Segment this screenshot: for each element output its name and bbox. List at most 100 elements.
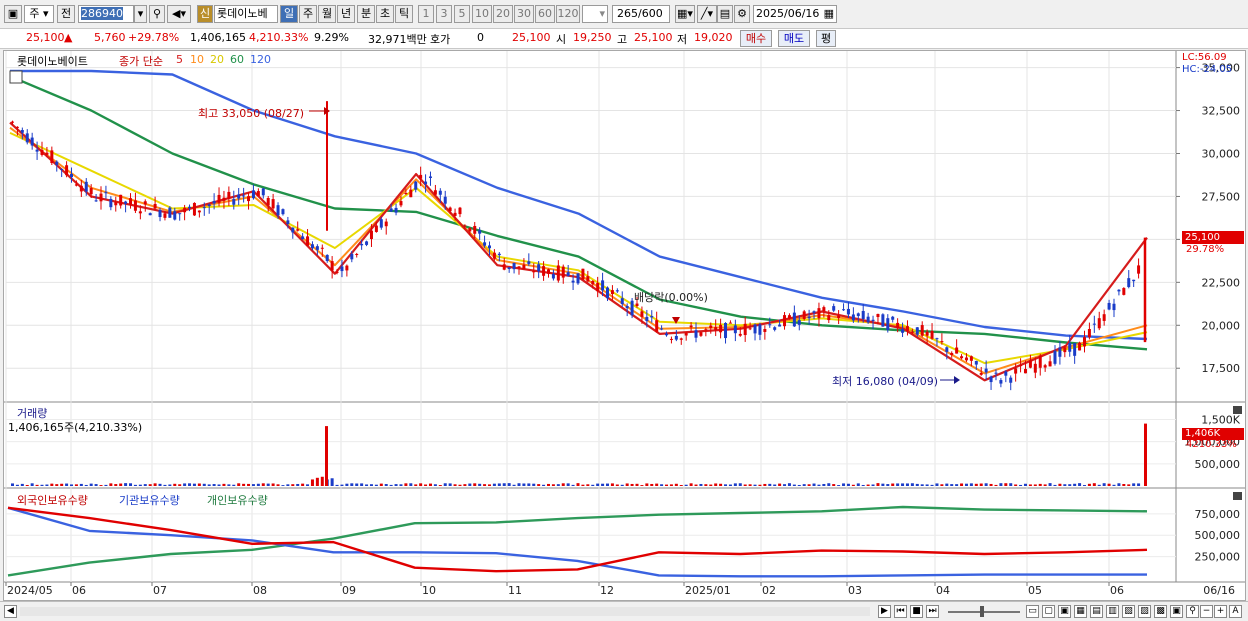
price-chart-svg[interactable]: 35,00032,50030,00027,50025,00022,50020,0…: [4, 51, 1245, 600]
candle-body: [753, 324, 757, 334]
volume-bar: [915, 483, 919, 486]
candle-body: [930, 330, 934, 339]
volume-bar: [817, 484, 821, 486]
speaker-icon[interactable]: ◀▾: [167, 5, 191, 23]
period-month-tab[interactable]: 월: [318, 5, 336, 23]
zoom-out-icon[interactable]: −: [1200, 605, 1213, 618]
layout2-icon[interactable]: ▢: [1042, 605, 1055, 618]
candle-body: [1063, 347, 1067, 353]
zoom-slider[interactable]: [948, 611, 1020, 613]
volume-bar: [384, 484, 388, 486]
volume-bar: [114, 484, 118, 486]
month-label: 08: [253, 584, 267, 597]
settings-gear-icon[interactable]: ⚙: [734, 5, 750, 23]
volume-bar: [473, 483, 477, 486]
candle-body: [625, 306, 629, 309]
candle-body: [227, 191, 231, 199]
volume-bar: [276, 484, 280, 486]
volume-bar: [414, 484, 418, 486]
volume-bar: [719, 483, 723, 486]
hoga-price: 25,100: [512, 31, 551, 44]
candle-body: [463, 225, 467, 227]
layout9-icon[interactable]: ▩: [1154, 605, 1167, 618]
period-day-tab[interactable]: 일: [280, 5, 298, 23]
period-week-tab[interactable]: 주: [299, 5, 317, 23]
candle-body: [296, 229, 300, 231]
layout7-icon[interactable]: ▧: [1122, 605, 1135, 618]
candle-body: [758, 324, 762, 335]
next-page-icon[interactable]: ⏭: [926, 605, 939, 618]
auto-scale-icon[interactable]: A: [1229, 605, 1242, 618]
period-minute-tab[interactable]: 분: [357, 5, 375, 23]
calendar-icon[interactable]: ▦: [824, 6, 834, 22]
volume-bar: [409, 483, 413, 486]
buy-button[interactable]: 매수: [740, 30, 772, 47]
layout3-icon[interactable]: ▣: [1058, 605, 1071, 618]
stock-code-input[interactable]: 286940: [78, 5, 134, 23]
magnifier-icon[interactable]: ⚲: [1186, 605, 1199, 618]
minute-20-tab[interactable]: 20: [493, 5, 513, 23]
average-button[interactable]: 평: [816, 30, 836, 47]
price-change: 5,760: [94, 31, 126, 44]
type-select[interactable]: 주 ▾: [24, 5, 54, 23]
search-icon[interactable]: ⚲: [149, 5, 165, 23]
scroll-right-icon[interactable]: ▶: [878, 605, 891, 618]
window-icon[interactable]: ▣: [4, 5, 22, 23]
horizontal-scrollbar[interactable]: [20, 607, 870, 616]
scroll-left-icon[interactable]: ◀: [4, 605, 17, 618]
candle-body: [153, 203, 157, 209]
volume-bar: [138, 484, 142, 486]
candle-body: [266, 197, 270, 206]
volume-bar: [163, 484, 167, 486]
stop-icon[interactable]: ■: [910, 605, 923, 618]
sell-button[interactable]: 매도: [778, 30, 810, 47]
save-icon[interactable]: ▤: [717, 5, 733, 23]
minute-1-tab[interactable]: 1: [418, 5, 434, 23]
stock-name-field: 롯데이노베: [214, 5, 278, 23]
layout4-icon[interactable]: ▦: [1074, 605, 1087, 618]
period-year-tab[interactable]: 년: [337, 5, 355, 23]
layout5-icon[interactable]: ▤: [1090, 605, 1103, 618]
candle-body: [915, 327, 919, 335]
interval-select[interactable]: ▾: [582, 5, 608, 23]
minute-60-tab[interactable]: 60: [535, 5, 555, 23]
high-label: 고: [617, 33, 628, 46]
minute-10-tab[interactable]: 10: [472, 5, 492, 23]
volume-bar: [291, 484, 295, 486]
candle-body: [532, 271, 536, 273]
volume-bar: [379, 483, 383, 486]
layout8-icon[interactable]: ▨: [1138, 605, 1151, 618]
code-dropdown-icon[interactable]: ▾: [134, 5, 147, 23]
layout10-icon[interactable]: ▣: [1170, 605, 1183, 618]
minute-120-tab[interactable]: 120: [556, 5, 580, 23]
candle-body: [114, 202, 118, 206]
candle-body: [1073, 343, 1077, 356]
layout6-icon[interactable]: ▥: [1106, 605, 1119, 618]
period-second-tab[interactable]: 초: [376, 5, 394, 23]
candle-body: [591, 280, 595, 285]
date-field[interactable]: 2025/06/16 ▦: [753, 5, 837, 23]
up-arrow-icon: ▲: [64, 31, 73, 44]
draw-line-icon[interactable]: ╱▾: [697, 5, 717, 23]
candle-body: [994, 372, 998, 374]
zoom-slider-handle[interactable]: [980, 606, 984, 617]
volume-bar: [443, 483, 447, 486]
layout1-icon[interactable]: ▭: [1026, 605, 1039, 618]
count-field[interactable]: 265/600: [612, 5, 670, 23]
ma10-line: [9, 126, 1148, 375]
chart-area[interactable]: 35,00032,50030,00027,50025,00022,50020,0…: [3, 50, 1246, 601]
mode-button[interactable]: 전: [57, 5, 75, 23]
first-page-icon[interactable]: ⏮: [894, 605, 907, 618]
minute-5-tab[interactable]: 5: [454, 5, 470, 23]
candle-body: [694, 330, 698, 338]
period-tick-tab[interactable]: 틱: [395, 5, 413, 23]
volume-bar: [360, 483, 364, 486]
price-tick-label: 27,500: [1202, 190, 1241, 203]
candle-body: [905, 326, 909, 331]
chart-tools-icon[interactable]: ▦▾: [675, 5, 695, 23]
volume-bar: [468, 483, 472, 486]
candle-body: [689, 325, 693, 328]
zoom-in-icon[interactable]: +: [1214, 605, 1227, 618]
minute-30-tab[interactable]: 30: [514, 5, 534, 23]
minute-3-tab[interactable]: 3: [436, 5, 452, 23]
